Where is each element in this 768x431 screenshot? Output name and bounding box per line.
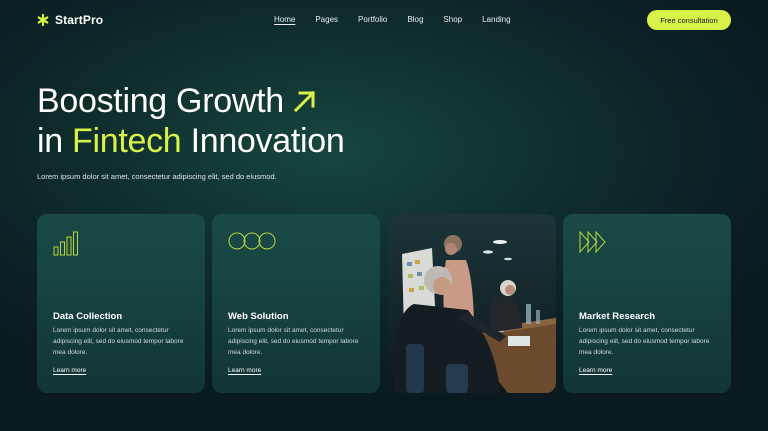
- service-card-web-solution: Web Solution Lorem ipsum dolor sit amet,…: [212, 214, 380, 393]
- brand-name: StartPro: [55, 13, 104, 27]
- bar-chart-icon: [53, 230, 79, 261]
- hero-title-line1: Boosting Growth: [37, 82, 284, 120]
- three-circles-icon: [228, 230, 276, 257]
- meeting-photo: [388, 214, 556, 393]
- card-title: Market Research: [579, 311, 656, 322]
- hero-title-accent: Fintech: [72, 122, 182, 160]
- free-consultation-button[interactable]: Free consultation: [647, 10, 731, 30]
- card-description: Lorem ipsum dolor sit amet, consectetur …: [579, 327, 710, 356]
- asterisk-logo-icon: [37, 14, 49, 26]
- learn-more-link[interactable]: Learn more: [53, 367, 86, 374]
- hero-subtitle: Lorem ipsum dolor sit amet, consectetur …: [37, 172, 277, 181]
- service-card-data-collection: Data Collection Lorem ipsum dolor sit am…: [37, 214, 205, 393]
- card-description: Lorem ipsum dolor sit amet, consectetur …: [53, 327, 184, 356]
- card-title: Web Solution: [228, 311, 289, 322]
- learn-more-link[interactable]: Learn more: [579, 367, 612, 374]
- card-title: Data Collection: [53, 311, 123, 322]
- learn-more-link[interactable]: Learn more: [228, 367, 261, 374]
- hero-title: Boosting Growth in Fintech Innovation: [37, 82, 457, 160]
- triple-chevron-icon: [579, 230, 609, 259]
- nav-item-shop[interactable]: Shop: [443, 14, 462, 26]
- main-nav: Home Pages Portfolio Blog Shop Landing: [274, 14, 531, 26]
- card-description: Lorem ipsum dolor sit amet, consectetur …: [228, 327, 359, 356]
- nav-item-home[interactable]: Home: [274, 14, 295, 26]
- service-card-market-research: Market Research Lorem ipsum dolor sit am…: [563, 214, 731, 393]
- hero-title-suffix: Innovation: [181, 122, 345, 160]
- hero-title-prefix: in: [37, 122, 73, 160]
- nav-item-blog[interactable]: Blog: [407, 14, 423, 26]
- brand-logo[interactable]: StartPro: [37, 12, 103, 28]
- arrow-up-right-icon: [292, 84, 318, 122]
- nav-item-pages[interactable]: Pages: [315, 14, 338, 26]
- nav-item-portfolio[interactable]: Portfolio: [358, 14, 387, 26]
- top-navigation-bar: StartPro Home Pages Portfolio Blog Shop …: [0, 0, 768, 40]
- nav-item-landing[interactable]: Landing: [482, 14, 510, 26]
